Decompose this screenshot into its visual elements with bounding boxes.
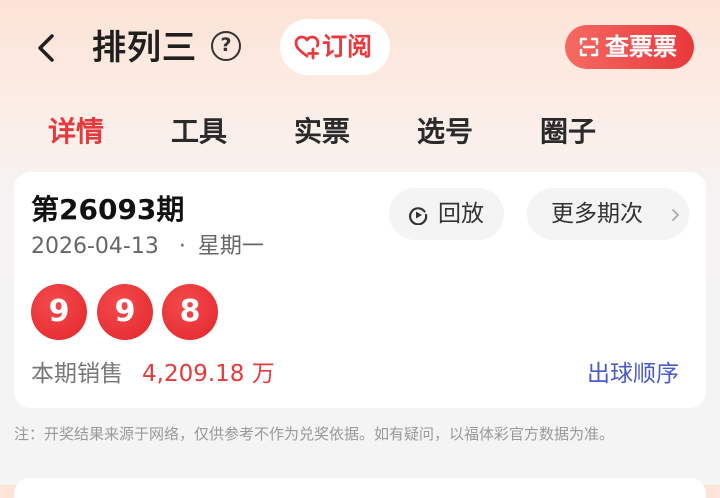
- issue-number: 第26093期: [31, 193, 185, 226]
- replay-icon: [409, 207, 428, 225]
- more-issues-button[interactable]: 更多期次: [527, 188, 689, 240]
- check-ticket-label: 查票票: [605, 33, 677, 61]
- date-separator: ·: [178, 234, 186, 259]
- draw-date-line: 2026-04-13 · 星期一: [31, 232, 264, 262]
- heart-plus-icon: [294, 35, 320, 60]
- replay-label: 回放: [438, 201, 484, 227]
- scan-icon: [579, 37, 599, 57]
- next-card-edge: [14, 478, 706, 498]
- page-title: 排列三: [92, 28, 197, 68]
- number-ball: 9: [97, 284, 153, 340]
- draw-order-link[interactable]: 出球顺序: [587, 358, 679, 390]
- sales-label: 本期销售: [31, 361, 123, 387]
- tab-bar: 详情 工具 实票 选号 圈子: [0, 106, 720, 162]
- tab-community[interactable]: 圈子: [523, 106, 613, 162]
- number-ball: 8: [162, 284, 218, 340]
- tab-tools[interactable]: 工具: [154, 106, 244, 162]
- chevron-right-icon: [672, 209, 679, 221]
- subscribe-button[interactable]: 订阅: [280, 19, 390, 75]
- number-ball: 9: [31, 284, 87, 340]
- chevron-left-icon: [38, 34, 54, 62]
- back-button[interactable]: [28, 28, 64, 68]
- draw-date: 2026-04-13: [31, 234, 159, 259]
- replay-button[interactable]: 回放: [389, 188, 504, 240]
- check-ticket-button[interactable]: 查票票: [565, 25, 694, 69]
- tab-details[interactable]: 详情: [31, 106, 121, 162]
- draw-weekday: 星期一: [197, 234, 264, 259]
- top-header: 排列三 ? 订阅 查票票: [0, 0, 720, 96]
- tab-pick-numbers[interactable]: 选号: [400, 106, 490, 162]
- disclaimer-note: 注：开奖结果来源于网络，仅供参考不作为兑奖依据。如有疑问，以福体彩官方数据为准。: [14, 425, 615, 443]
- sales-value: 4,209.18 万: [142, 361, 275, 387]
- subscribe-label: 订阅: [322, 32, 373, 61]
- tab-real-tickets[interactable]: 实票: [277, 106, 367, 162]
- more-issues-label: 更多期次: [551, 201, 643, 227]
- help-icon[interactable]: ?: [211, 31, 241, 61]
- draw-result-card: 第26093期 2026-04-13 · 星期一 回放 更多期次 9 9 8 本期销…: [14, 172, 706, 408]
